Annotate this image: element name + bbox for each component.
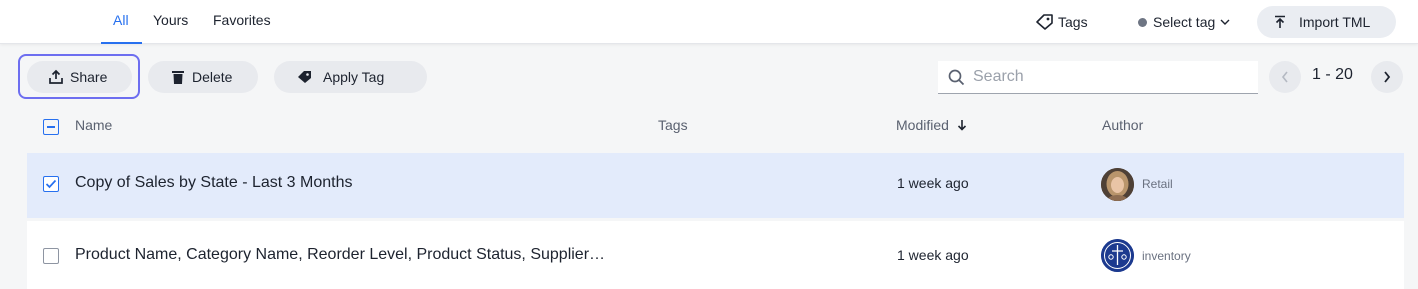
search-input[interactable] (973, 68, 1243, 86)
share-label: Share (70, 69, 108, 85)
row-checkbox[interactable] (43, 248, 59, 264)
next-page-button[interactable] (1371, 61, 1403, 93)
chevron-right-icon (1383, 71, 1391, 83)
indeterminate-mark-icon (47, 126, 55, 128)
delete-button[interactable]: Delete (148, 61, 258, 93)
table-row[interactable]: Product Name, Category Name, Reorder Lev… (27, 221, 1404, 289)
tag-icon (1036, 14, 1053, 30)
share-upload-icon (48, 69, 64, 85)
search-icon (948, 69, 965, 86)
search-field[interactable] (938, 61, 1258, 94)
active-tab-indicator (101, 42, 142, 44)
column-header-modified-wrap[interactable]: Modified (896, 117, 967, 133)
chevron-left-icon (1281, 71, 1289, 83)
import-tml-label: Import TML (1299, 14, 1371, 30)
avatar (1101, 239, 1134, 272)
row-modified: 1 week ago (897, 175, 969, 191)
column-header-tags: Tags (658, 117, 688, 133)
previous-page-button[interactable] (1269, 61, 1301, 93)
row-modified: 1 week ago (897, 247, 969, 263)
import-icon (1273, 15, 1287, 29)
tab-all[interactable]: All (113, 0, 129, 44)
select-tag-label: Select tag (1153, 14, 1216, 30)
arrow-down-icon (957, 119, 967, 131)
import-wrap: Import TML (1257, 0, 1396, 44)
import-tml-button[interactable]: Import TML (1257, 6, 1396, 38)
tags-label: Tags (1058, 14, 1088, 30)
select-all-checkbox[interactable] (43, 119, 59, 135)
avatar (1101, 168, 1134, 201)
checkmark-icon (45, 179, 57, 189)
column-header-author[interactable]: Author (1102, 117, 1143, 133)
tab-favorites[interactable]: Favorites (213, 0, 271, 44)
tags-filter[interactable]: Tags (1036, 0, 1088, 44)
tab-yours[interactable]: Yours (153, 0, 188, 44)
apply-tag-label: Apply Tag (323, 69, 385, 85)
top-bar: All Yours Favorites Tags Select tag Impo… (0, 0, 1418, 44)
column-header-modified: Modified (896, 117, 949, 133)
apply-tag-button[interactable]: Apply Tag (274, 61, 427, 93)
row-name-link[interactable]: Product Name, Category Name, Reorder Lev… (75, 246, 605, 264)
row-checkbox[interactable] (43, 176, 59, 192)
row-name-link[interactable]: Copy of Sales by State - Last 3 Months (75, 174, 352, 192)
pagination-range: 1 - 20 (1312, 66, 1353, 83)
tag-color-dot (1138, 17, 1147, 27)
row-author: inventory (1142, 249, 1191, 263)
row-author: Retail (1142, 177, 1173, 191)
column-header-name[interactable]: Name (75, 117, 112, 133)
table-row[interactable]: Copy of Sales by State - Last 3 Months 1… (27, 153, 1404, 218)
trash-icon (170, 69, 186, 85)
select-tag-dropdown[interactable]: Select tag (1138, 0, 1230, 44)
tag-icon (297, 69, 313, 85)
delete-label: Delete (192, 69, 233, 85)
chevron-down-icon (1220, 18, 1230, 26)
share-button[interactable]: Share (27, 61, 132, 93)
